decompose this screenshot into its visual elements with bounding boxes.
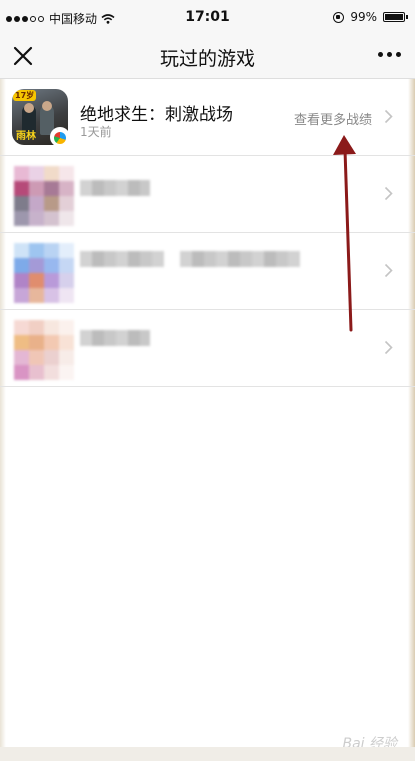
played-games-list: 17岁 雨林 绝地求生：刺激战场 1天前 查看更多战绩 — [0, 79, 415, 387]
battery-icon — [383, 12, 408, 22]
status-right: 99% — [333, 10, 408, 24]
game-title: 绝地求生：刺激战场 — [80, 105, 233, 125]
bottom-strip — [0, 747, 415, 761]
blurred-game-title — [80, 180, 150, 196]
blurred-game-title — [80, 251, 164, 267]
age-rating-badge: 17岁 — [13, 90, 37, 101]
blurred-game-icon — [14, 166, 74, 226]
view-more-records-link[interactable]: 查看更多战绩 — [294, 109, 372, 128]
chevron-right-icon — [384, 340, 393, 355]
page-title: 玩过的游戏 — [159, 48, 255, 70]
nav-bar: 玩过的游戏 — [0, 36, 415, 79]
chevron-right-icon — [384, 263, 393, 278]
status-bar: 中国移动 17:01 99% — [0, 0, 415, 36]
page: 中国移动 17:01 99% 玩过的游戏 17岁 雨林 绝地求生：刺激战场 1天… — [0, 0, 415, 761]
game-last-played: 1天前 — [80, 125, 112, 139]
battery-percent: 99% — [350, 10, 377, 24]
game-row-blurred[interactable] — [0, 156, 415, 233]
chevron-right-icon — [384, 109, 393, 124]
blurred-game-title — [80, 330, 150, 346]
blurred-game-title — [180, 251, 300, 267]
orientation-lock-icon — [333, 11, 345, 23]
more-icon[interactable] — [378, 52, 401, 57]
chevron-right-icon — [384, 186, 393, 201]
game-row-pubg[interactable]: 17岁 雨林 绝地求生：刺激战场 1天前 查看更多战绩 — [0, 79, 415, 156]
blurred-game-icon — [14, 243, 74, 303]
game-row-blurred[interactable] — [0, 310, 415, 387]
game-row-blurred[interactable] — [0, 233, 415, 310]
blurred-game-icon — [14, 320, 74, 380]
tencent-games-badge-icon — [50, 127, 70, 147]
game-icon-text: 雨林 — [16, 131, 36, 142]
